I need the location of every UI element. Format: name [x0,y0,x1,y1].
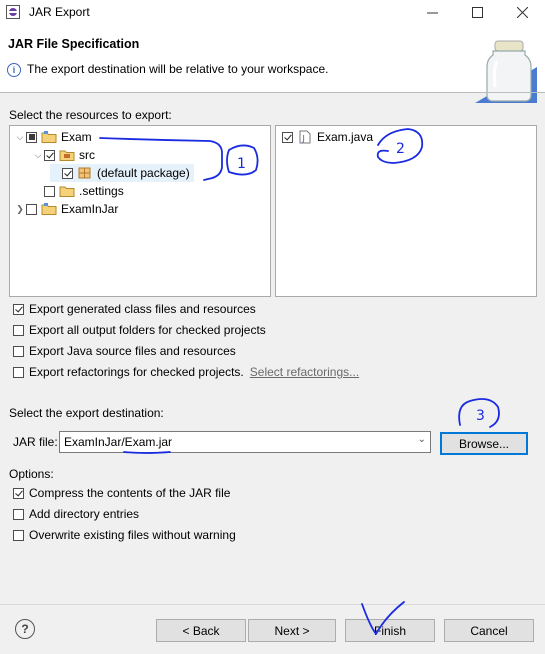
annotation-bracket-1 [99,137,223,181]
annotation-mark-3: 3 [476,408,485,424]
annotation-underline-jar [123,451,171,454]
annotation-check-finish [361,601,405,635]
annotation-mark-1: 1 [237,156,246,172]
annotation-mark-2: 2 [396,141,405,157]
annotation-overlay: 1 2 3 [99,128,500,635]
